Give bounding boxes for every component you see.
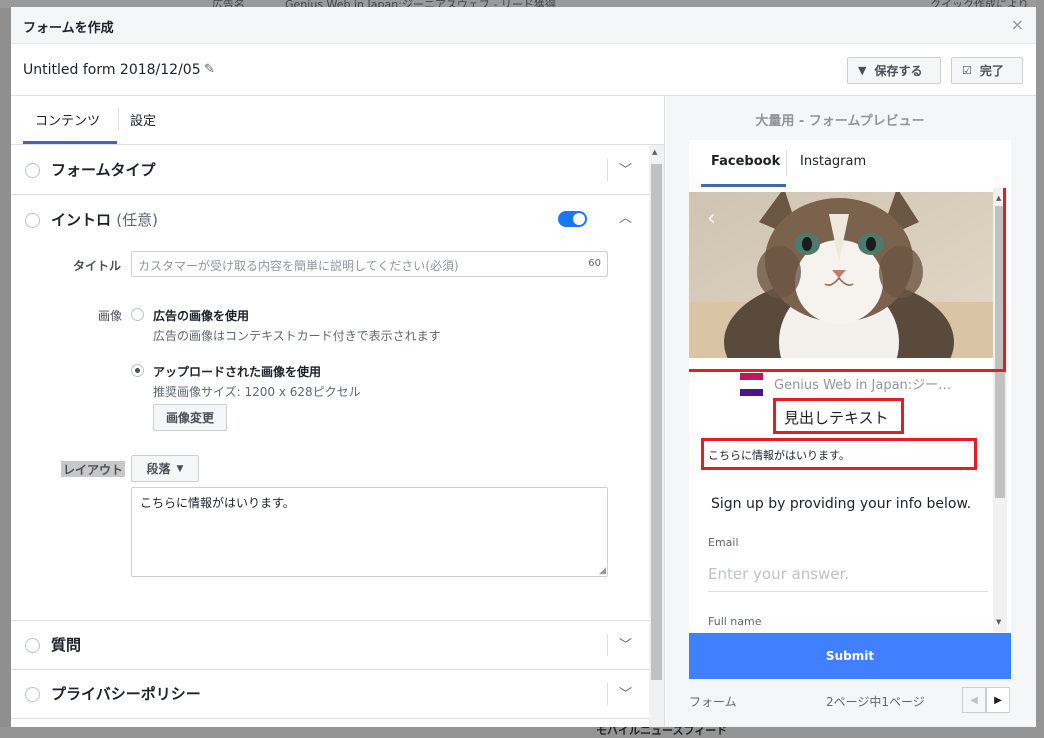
editor-scrollbar-thumb[interactable] xyxy=(651,164,662,680)
checklist-icon: ☑ xyxy=(962,64,972,77)
layout-dropdown[interactable]: 段落 ▼ xyxy=(131,455,199,482)
intro-status-radio xyxy=(25,213,40,228)
section-intro: イントロ (任意) ︿ タイトル カスタマーが受け取る内容を簡単に説明してくださ… xyxy=(11,195,649,621)
caret-down-icon: ▼ xyxy=(176,463,184,474)
questions-status-radio xyxy=(25,638,40,653)
use-uploaded-image-radio[interactable] xyxy=(131,364,144,377)
highlight-intro-box xyxy=(701,438,977,470)
chevron-down-icon[interactable]: ﹀ xyxy=(619,683,632,702)
page-indicator: 2ページ中1ページ xyxy=(826,695,925,709)
form-name-bar: Untitled form 2018/12/05 ✎ ▼ 保存する ☑ 完了 xyxy=(11,44,1036,96)
use-ad-image-description: 広告の画像はコンテキストカード付きで表示されます xyxy=(153,329,441,343)
email-input[interactable]: Enter your answer. xyxy=(708,565,988,592)
intro-title: イントロ (任意) xyxy=(51,211,158,229)
tab-contents[interactable]: コンテンツ xyxy=(35,110,100,129)
title-input[interactable]: カスタマーが受け取る内容を簡単に説明してください(必須) 60 xyxy=(131,251,608,277)
tab-facebook[interactable]: Facebook xyxy=(711,154,780,169)
title-field-label: タイトル xyxy=(73,259,122,273)
form-preview-panel: 大量用 - フォームプレビュー Facebook Instagram ‹ Gen… xyxy=(666,96,1036,727)
editor-tabs: コンテンツ 設定 xyxy=(11,96,664,145)
create-form-modal: フォームを作成 × Untitled form 2018/12/05 ✎ ▼ 保… xyxy=(11,7,1036,727)
section-divider xyxy=(607,634,608,656)
resize-handle-icon[interactable]: ◢ xyxy=(599,566,606,576)
tab-divider xyxy=(118,108,119,130)
title-placeholder: カスタマーが受け取る内容を簡単に説明してください(必須) xyxy=(138,259,459,273)
chevron-up-icon[interactable]: ︿ xyxy=(619,207,632,226)
use-ad-image-radio[interactable] xyxy=(131,308,144,321)
section-privacy-policy[interactable]: プライバシーポリシー ﹀ xyxy=(11,670,649,719)
form-type-status-radio xyxy=(25,163,40,178)
tab-settings[interactable]: 設定 xyxy=(130,110,156,129)
preview-title: 大量用 - フォームプレビュー xyxy=(755,114,925,129)
section-divider xyxy=(607,159,608,181)
privacy-status-radio xyxy=(25,687,40,702)
save-button[interactable]: ▼ 保存する xyxy=(847,57,941,84)
signup-instruction: Sign up by providing your info below. xyxy=(711,496,972,512)
image-field-label: 画像 xyxy=(98,309,123,323)
recommended-size-text: 推奨画像サイズ: 1200 x 628ピクセル xyxy=(153,385,361,399)
chevron-left-icon: ◀ xyxy=(970,694,978,706)
form-type-title: フォームタイプ xyxy=(51,161,156,179)
layout-dropdown-value: 段落 xyxy=(146,462,171,476)
fullname-field-label: Full name xyxy=(708,615,762,628)
highlight-headline-box xyxy=(773,398,904,434)
save-icon: ▼ xyxy=(858,64,867,77)
submit-button[interactable]: Submit xyxy=(689,633,1011,679)
change-image-button[interactable]: 画像変更 xyxy=(153,404,227,431)
form-editor-panel: コンテンツ 設定 フォームタイプ ﹀ イントロ (任意) ︿ タイトル カスタマ… xyxy=(11,96,665,727)
next-page-button[interactable]: ▶ xyxy=(986,687,1010,713)
layout-field-label: レイアウト xyxy=(61,461,126,477)
save-button-label: 保存する xyxy=(874,64,923,78)
intro-toggle-switch[interactable] xyxy=(558,211,587,227)
footer-form-label: フォーム xyxy=(689,695,737,709)
chevron-down-icon[interactable]: ﹀ xyxy=(619,634,632,653)
section-divider xyxy=(607,683,608,705)
chevron-right-icon: ▶ xyxy=(994,694,1002,706)
done-button[interactable]: ☑ 完了 xyxy=(951,57,1023,84)
modal-header: フォームを作成 × xyxy=(11,7,1036,44)
page-logo-icon xyxy=(740,373,763,396)
modal-title: フォームを作成 xyxy=(23,21,114,36)
use-ad-image-title: 広告の画像を使用 xyxy=(153,309,250,323)
section-form-type[interactable]: フォームタイプ ﹀ xyxy=(11,145,649,195)
scroll-down-arrow-icon[interactable]: ▼ xyxy=(996,618,1001,626)
privacy-title: プライバシーポリシー xyxy=(51,685,201,703)
section-questions[interactable]: 質問 ﹀ xyxy=(11,621,649,670)
prev-page-button[interactable]: ◀ xyxy=(962,687,986,713)
intro-body-textarea[interactable]: こちらに情報がはいります。 ◢ xyxy=(131,487,608,577)
use-uploaded-image-title: アップロードされた画像を使用 xyxy=(153,365,322,379)
background-page-right xyxy=(1036,0,1044,738)
close-icon[interactable]: × xyxy=(1011,15,1024,34)
tab-instagram[interactable]: Instagram xyxy=(800,154,866,169)
preview-platform-tabs: Facebook Instagram xyxy=(689,140,1011,188)
chevron-down-icon[interactable]: ﹀ xyxy=(619,159,632,178)
intro-body-text: こちらに情報がはいります。 xyxy=(140,496,295,510)
page-name: Genius Web in Japan:ジー… xyxy=(774,378,952,393)
preview-screen: ‹ Genius Web in Japan:ジー… 見出しテキスト こちらに情報… xyxy=(689,188,1011,632)
email-field-label: Email xyxy=(708,536,739,549)
done-button-label: 完了 xyxy=(979,64,1004,78)
form-name: Untitled form 2018/12/05 xyxy=(23,62,201,78)
email-placeholder: Enter your answer. xyxy=(708,565,850,583)
questions-title: 質問 xyxy=(51,636,82,654)
scroll-up-arrow-icon[interactable]: ▲ xyxy=(652,148,657,156)
title-char-count: 60 xyxy=(588,258,601,269)
background-page-bottom xyxy=(0,727,1044,738)
active-tab-indicator xyxy=(701,184,786,187)
active-tab-indicator xyxy=(23,141,117,144)
pencil-edit-icon[interactable]: ✎ xyxy=(204,62,215,77)
highlight-image-box xyxy=(689,188,1006,372)
tab-divider xyxy=(786,150,787,176)
